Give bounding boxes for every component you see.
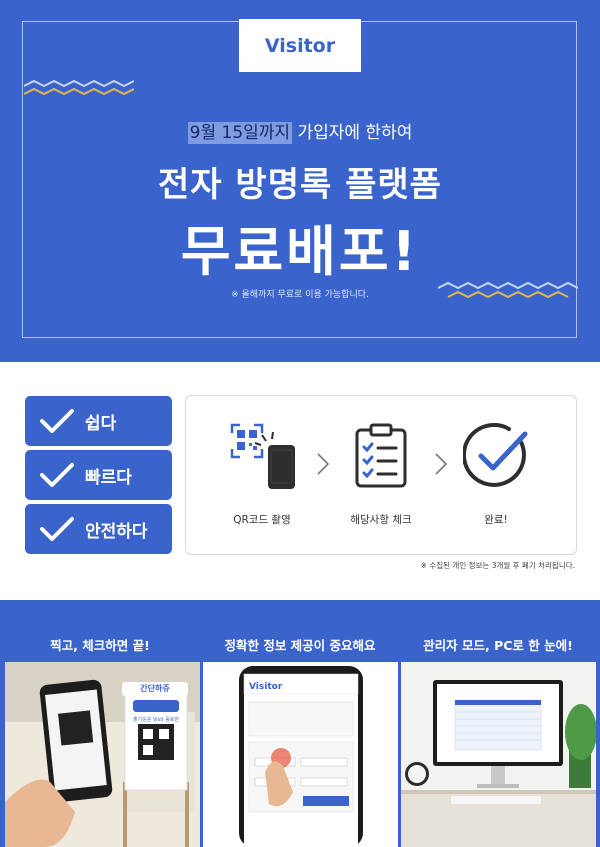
app-name: Visitor bbox=[249, 682, 283, 692]
stand-title: 간단하쥬 bbox=[122, 682, 188, 696]
logo-box: Visitor bbox=[239, 19, 361, 72]
feature-fast: 빠르다 bbox=[25, 450, 172, 500]
phone-form-illustration bbox=[203, 662, 398, 847]
photo-pc-admin bbox=[401, 662, 596, 847]
check-icon bbox=[40, 409, 74, 433]
pc-admin-illustration bbox=[401, 662, 596, 847]
title-line2: 무료배포! bbox=[180, 220, 420, 283]
logo-text: Visitor bbox=[264, 34, 336, 57]
hero-note: ※ 올해까지 무료로 이용 가능합니다. bbox=[231, 290, 369, 300]
subline-highlight: 9월 15일까지 bbox=[187, 122, 293, 144]
photo-phone-form: Visitor bbox=[203, 662, 398, 847]
clipboard-checklist-icon bbox=[355, 423, 407, 488]
zigzag-decoration-left bbox=[24, 79, 134, 96]
privacy-footnote: ※ 수집된 개인 정보는 3개월 후 폐기 처리됩니다. bbox=[420, 561, 575, 570]
step-label-qr: QR코드 촬영 bbox=[233, 514, 291, 526]
hero-banner: Visitor 9월 15일까지 가입자에 한하여 전자 방명록 플랫폼 무료배… bbox=[0, 0, 600, 362]
check-circle-icon bbox=[463, 423, 528, 487]
check-icon bbox=[40, 517, 74, 541]
feature-easy: 쉽다 bbox=[25, 396, 172, 446]
feature-label: 쉽다 bbox=[85, 413, 117, 434]
panel-caption-info: 정확한 정보 제공이 중요해요 bbox=[224, 638, 376, 653]
qr-phone-icon bbox=[230, 423, 295, 489]
feature-label: 안전하다 bbox=[85, 521, 148, 542]
stand-text: 출기운운 Visit 등로한 bbox=[132, 717, 180, 723]
title-line1: 전자 방명록 플랫폼 bbox=[158, 165, 442, 205]
feature-safe: 안전하다 bbox=[25, 504, 172, 554]
step-label-check: 해당사항 체크 bbox=[350, 514, 412, 526]
photo-qr-scan: 간단하쥬 출기운운 Visit 등로한 bbox=[5, 662, 200, 847]
chevron-right-icon bbox=[317, 453, 330, 475]
step-label-done: 완료! bbox=[484, 514, 508, 526]
subline-rest: 가입자에 한하여 bbox=[292, 123, 413, 143]
feature-label: 빠르다 bbox=[85, 467, 132, 488]
panel-caption-admin: 관리자 모드, PC로 한 눈에! bbox=[423, 638, 573, 653]
subline: 9월 15일까지 가입자에 한하여 bbox=[0, 118, 600, 144]
check-icon bbox=[40, 463, 74, 487]
chevron-right-icon bbox=[435, 453, 448, 475]
panel-caption-scan: 찍고, 체크하면 끝! bbox=[50, 638, 150, 653]
